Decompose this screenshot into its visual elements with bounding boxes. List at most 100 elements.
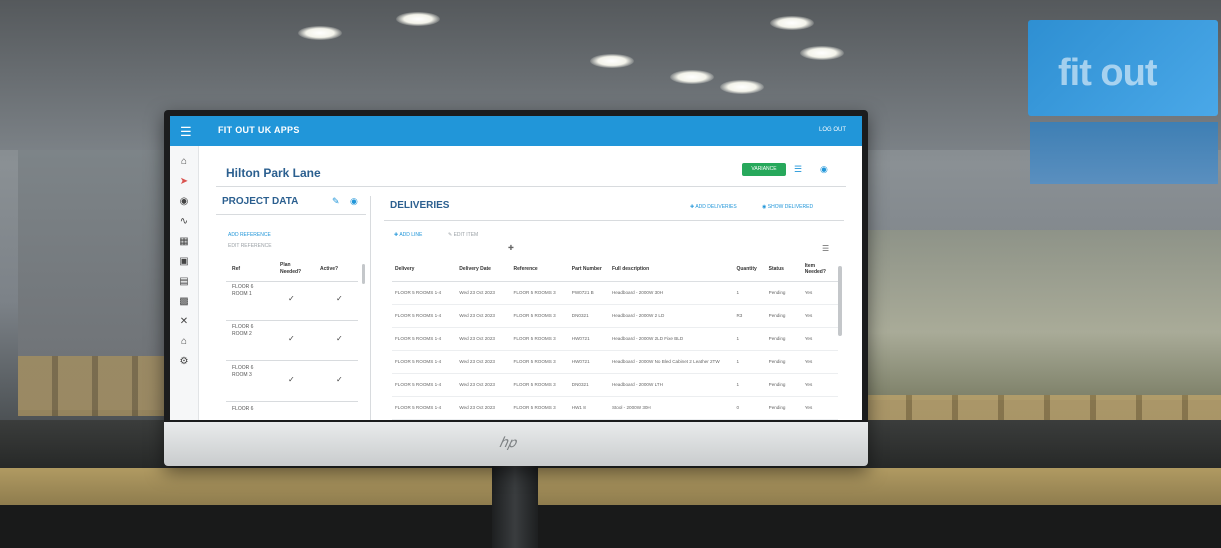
table-cell: FLOOR 5 ROOMS 1-4 (392, 327, 457, 351)
table-row[interactable]: FLOOR 5 ROOMS 1-4 Wed 23 Oct 2023 FLOOR 5 … (392, 281, 838, 305)
pd-row-ref: FLOOR 6 ROOM 2 (232, 324, 254, 337)
document-icon[interactable]: ▤ (178, 276, 190, 288)
pd-row-divider (226, 401, 358, 402)
home-icon[interactable]: ⌂ (178, 156, 190, 168)
col-delivery-date[interactable]: Delivery Date (456, 257, 511, 282)
monitor: ☰ FIT OUT UK APPS LOG OUT ⌂ ➤ ◉ ∿ ▦ ▣ ▤ … (164, 110, 868, 466)
edit-item-link[interactable]: ✎ EDIT ITEM (448, 232, 478, 238)
table-cell: FLOOR 5 ROOMS 3 (510, 396, 569, 420)
brand-logo: ℎ𝑝 (499, 434, 516, 450)
header-divider (216, 186, 846, 187)
add-deliveries-link[interactable]: ✚ ADD DELIVERIES (690, 204, 737, 210)
col-quantity[interactable]: Quantity (733, 257, 766, 282)
tools-icon[interactable]: ✕ (178, 316, 190, 328)
col-active: Active? (320, 266, 339, 272)
app-screen: ☰ FIT OUT UK APPS LOG OUT ⌂ ➤ ◉ ∿ ▦ ▣ ▤ … (170, 116, 862, 420)
deliveries-divider (384, 220, 844, 221)
variance-badge[interactable]: VARIANCE (742, 163, 786, 176)
table-cell: FLOOR 5 ROOMS 1-4 (392, 396, 457, 420)
sidebar: ⌂ ➤ ◉ ∿ ▦ ▣ ▤ ▩ ✕ ⌂ ⚙ (170, 146, 199, 420)
table-row[interactable]: FLOOR 5 ROOMS 1-4 Wed 23 Oct 2023 FLOOR 5 … (392, 350, 838, 374)
col-part-number[interactable]: Part Number (568, 257, 609, 282)
check-icon: ✓ (288, 294, 295, 303)
table-cell: Wed 23 Oct 2023 (456, 373, 511, 397)
pd-row-ref: FLOOR 6 ROOM 3 (232, 365, 254, 378)
edit-reference-link[interactable]: EDIT REFERENCE (228, 243, 272, 249)
table-cell: 1 (733, 373, 766, 397)
tool-icon[interactable]: ✚ (508, 244, 514, 252)
window-sill (0, 468, 1221, 508)
ceiling-light (396, 12, 440, 26)
col-status[interactable]: Status (765, 257, 802, 282)
table-cell: FLOOR 5 ROOMS 3 (510, 373, 569, 397)
edit-icon[interactable]: ✎ (332, 196, 340, 207)
col-delivery[interactable]: Delivery (392, 257, 457, 282)
deliveries-table: Delivery Delivery Date Reference Part Nu… (392, 257, 838, 420)
col-reference[interactable]: Reference (510, 257, 569, 282)
logout-link[interactable]: LOG OUT (819, 127, 846, 133)
table-cell: 1 (733, 327, 766, 351)
table-cell: Wed 23 Oct 2023 (456, 304, 511, 328)
panel-separator (370, 196, 371, 420)
house-icon[interactable]: ⌂ (178, 336, 190, 348)
hierarchy-icon[interactable]: ▦ (178, 236, 190, 248)
settings-icon[interactable]: ⚙ (178, 356, 190, 368)
show-delivered-link[interactable]: ◉ SHOW DELIVERED (762, 204, 813, 210)
table-cell: Yes (801, 327, 838, 351)
table-cell: Pending (765, 350, 802, 374)
table-row[interactable]: FLOOR 5 ROOMS 1-4 Wed 23 Oct 2023 FLOOR 5 … (392, 373, 838, 397)
table-cell: FLOOR 5 ROOMS 1-4 (392, 304, 457, 328)
table-header-row: Delivery Delivery Date Reference Part Nu… (392, 257, 838, 282)
add-reference-link[interactable]: ADD REFERENCE (228, 232, 271, 238)
table-cell: Pending (765, 396, 802, 420)
pd-scrollbar[interactable] (362, 264, 365, 284)
table-cell: Yes (801, 396, 838, 420)
col-ref: Ref (232, 266, 241, 272)
share-icon[interactable]: ➤ (178, 176, 190, 188)
monitor-chin: ℎ𝑝 (164, 422, 868, 466)
monitor-stand (492, 462, 538, 548)
table-row[interactable]: FLOOR 5 ROOMS 1-4 Wed 23 Oct 2023 FLOOR 5 … (392, 396, 838, 420)
deliveries-scrollbar[interactable] (838, 266, 842, 336)
table-cell: Stool - 2000W 30H (608, 396, 734, 420)
table-cell: HW0721 (568, 327, 609, 351)
table-cell: Wed 23 Oct 2023 (456, 281, 511, 305)
location-icon[interactable]: ◉ (178, 196, 190, 208)
table-cell: Pending (765, 304, 802, 328)
page-title: Hilton Park Lane (226, 166, 321, 180)
pd-row-divider (226, 320, 358, 321)
check-icon: ✓ (288, 375, 295, 384)
table-row[interactable]: FLOOR 5 ROOMS 1-4 Wed 23 Oct 2023 FLOOR 5 … (392, 327, 838, 351)
table-cell: Pending (765, 327, 802, 351)
ceiling-light (590, 54, 634, 68)
table-cell: FLOOR 5 ROOMS 1-4 (392, 373, 457, 397)
background-railing (18, 356, 168, 416)
table-cell: 0 (733, 396, 766, 420)
table-row[interactable]: FLOOR 5 ROOMS 1-4 Wed 23 Oct 2023 FLOOR 5 … (392, 304, 838, 328)
table-cell: DN0321 (568, 304, 609, 328)
table-cell: Headboard - 2000W LTH (608, 373, 734, 397)
menu-icon[interactable]: ☰ (180, 124, 192, 140)
panel-divider (216, 214, 366, 215)
columns-icon[interactable]: ☰ (822, 244, 829, 253)
check-icon: ✓ (336, 334, 343, 343)
project-data-title: PROJECT DATA (222, 196, 299, 207)
table-cell: FLOOR 5 ROOMS 3 (510, 350, 569, 374)
view-icon[interactable]: ◉ (820, 164, 828, 175)
table-cell: Headboard - 2000W No Bled Cabinet 2 Leat… (608, 350, 734, 374)
col-full-description[interactable]: Full description (608, 257, 734, 282)
chat-icon[interactable]: ▩ (178, 296, 190, 308)
list-icon[interactable]: ☰ (794, 164, 802, 175)
table-cell: FLOOR 5 ROOMS 3 (510, 327, 569, 351)
eye-icon[interactable]: ◉ (350, 196, 358, 207)
background-workshop (866, 230, 1221, 400)
calendar-icon[interactable]: ▣ (178, 256, 190, 268)
add-line-link[interactable]: ✚ ADD LINE (394, 232, 422, 238)
table-cell: FLOOR 5 ROOMS 1-4 (392, 281, 457, 305)
table-cell: Headboard - 2000W 2LD Fixe BLD (608, 327, 734, 351)
ceiling-light (800, 46, 844, 60)
background-sign-lower (1030, 122, 1218, 184)
col-item-needed[interactable]: Item Needed? (801, 257, 838, 282)
truck-icon[interactable]: ∿ (178, 216, 190, 228)
table-cell: HW1 8 (568, 396, 609, 420)
